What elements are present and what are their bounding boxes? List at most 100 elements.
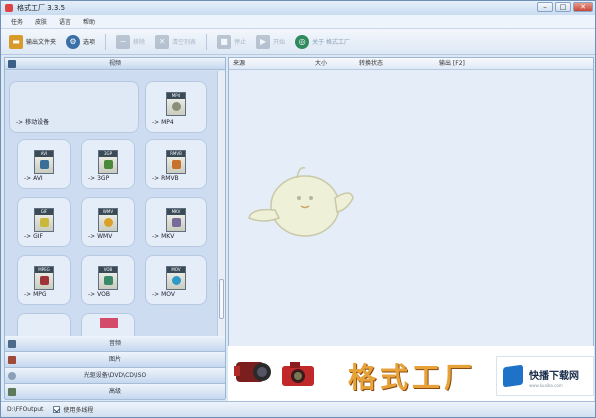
toolbar: ▬ 输出文件夹 ⚙ 选项 − 移除 ✕ 清空列表 ■ 停止 ▶ 开始 ◎ 关于 … bbox=[1, 29, 595, 55]
column-output[interactable]: 输出 [F2] bbox=[439, 58, 465, 70]
remove-button[interactable]: − 移除 bbox=[116, 33, 145, 51]
tile-vob[interactable]: VOB -> VOB bbox=[81, 255, 135, 305]
task-list-header: 来源 大小 转换状态 输出 [F2] bbox=[229, 58, 593, 70]
tile-mov[interactable]: MOV -> MOV bbox=[145, 255, 207, 305]
camera-icon bbox=[282, 362, 314, 386]
tile-mobile-device[interactable]: -> 移动设备 bbox=[9, 81, 139, 133]
tile-wmv[interactable]: WMV -> WMV bbox=[81, 197, 135, 247]
options-icon: ⚙ bbox=[66, 34, 81, 49]
grid-scrollbar[interactable] bbox=[217, 71, 225, 336]
brand-cube-icon bbox=[503, 364, 523, 388]
tile-rmvb[interactable]: RMVB -> RMVB bbox=[145, 139, 207, 189]
about-button[interactable]: ◎ 关于 格式工厂 bbox=[295, 33, 350, 51]
wmv-icon: WMV bbox=[98, 208, 118, 232]
column-status[interactable]: 转换状态 bbox=[359, 58, 383, 70]
tile-label: -> WMV bbox=[88, 233, 113, 240]
tile-label: -> AVI bbox=[24, 175, 43, 182]
menu-task[interactable]: 任务 bbox=[11, 17, 23, 26]
category-picture-label: 图片 bbox=[108, 356, 121, 363]
options-button[interactable]: ⚙ 选项 bbox=[66, 33, 95, 51]
start-icon: ▶ bbox=[256, 34, 271, 49]
output-folder-button[interactable]: ▬ 输出文件夹 bbox=[9, 33, 56, 51]
column-size[interactable]: 大小 bbox=[315, 58, 327, 70]
stop-label: 停止 bbox=[234, 39, 247, 46]
tile-partial[interactable] bbox=[17, 313, 71, 336]
tile-gif[interactable]: GIF -> GIF bbox=[17, 197, 71, 247]
column-source[interactable]: 来源 bbox=[233, 58, 245, 70]
category-list: 音频 图片 光驱设备\DVD\CD\ISO 高级 bbox=[5, 336, 225, 400]
title-bar: 格式工厂 3.3.5 – □ ✕ bbox=[1, 1, 595, 15]
toolbar-separator bbox=[105, 33, 107, 50]
mpg-icon: MPEG bbox=[34, 266, 54, 290]
tile-label: -> MPG bbox=[24, 291, 47, 298]
category-audio-label: 音频 bbox=[108, 340, 121, 347]
clear-list-label: 清空列表 bbox=[172, 39, 197, 46]
start-button[interactable]: ▶ 开始 bbox=[256, 33, 285, 51]
tile-mkv[interactable]: MKV -> MKV bbox=[145, 197, 207, 247]
scroll-thumb[interactable] bbox=[219, 279, 224, 319]
minimize-button[interactable]: – bbox=[537, 2, 553, 12]
category-audio[interactable]: 音频 bbox=[5, 336, 225, 352]
maximize-button[interactable]: □ bbox=[555, 2, 571, 12]
about-icon: ◎ bbox=[295, 34, 310, 49]
status-bar: D:\FFOutput 使用多线程 bbox=[1, 401, 595, 417]
picture-category-icon bbox=[8, 356, 16, 364]
multithread-checkbox[interactable] bbox=[53, 406, 61, 413]
tile-partial[interactable] bbox=[81, 313, 135, 336]
category-rom-device[interactable]: 光驱设备\DVD\CD\ISO bbox=[5, 368, 225, 384]
mascot-watermark bbox=[248, 166, 354, 237]
tile-3gp[interactable]: 3GP -> 3GP bbox=[81, 139, 135, 189]
tile-label: -> MKV bbox=[152, 233, 175, 240]
remove-label: 移除 bbox=[133, 39, 146, 46]
tile-label: -> 3GP bbox=[88, 175, 110, 182]
category-video[interactable]: 视频 bbox=[5, 58, 225, 70]
menu-bar: 任务 皮肤 语言 帮助 bbox=[1, 15, 595, 29]
app-icon bbox=[5, 4, 13, 12]
tile-avi[interactable]: AVI -> AVI bbox=[17, 139, 71, 189]
category-rom-label: 光驱设备\DVD\CD\ISO bbox=[83, 372, 147, 379]
advanced-category-icon bbox=[8, 388, 16, 396]
rmvb-icon: RMVB bbox=[166, 150, 186, 174]
window-title: 格式工厂 3.3.5 bbox=[17, 4, 66, 12]
disc-category-icon bbox=[8, 372, 16, 380]
category-advanced[interactable]: 高级 bbox=[5, 384, 225, 400]
tile-mpg[interactable]: MPEG -> MPG bbox=[17, 255, 71, 305]
tile-label: -> MOV bbox=[152, 291, 175, 298]
output-path: D:\FFOutput bbox=[7, 406, 44, 413]
tile-label: -> MP4 bbox=[152, 119, 174, 126]
toolbar-separator bbox=[206, 33, 208, 50]
tile-label: -> GIF bbox=[24, 233, 43, 240]
partial-icon bbox=[100, 318, 118, 328]
brand-name: 快播下载网 bbox=[529, 371, 579, 382]
tile-label: -> VOB bbox=[88, 291, 110, 298]
app-window: 格式工厂 3.3.5 – □ ✕ 任务 皮肤 语言 帮助 ▬ 输出文件夹 ⚙ 选… bbox=[0, 0, 596, 418]
category-picture[interactable]: 图片 bbox=[5, 352, 225, 368]
output-folder-label: 输出文件夹 bbox=[26, 39, 57, 46]
multithread-label: 使用多线程 bbox=[63, 407, 94, 414]
banner-logo-text: 格式工厂 bbox=[348, 361, 477, 394]
menu-skin[interactable]: 皮肤 bbox=[35, 17, 47, 26]
multithread-toggle[interactable]: 使用多线程 bbox=[53, 405, 93, 414]
close-button[interactable]: ✕ bbox=[573, 2, 593, 12]
about-label: 关于 格式工厂 bbox=[312, 39, 351, 46]
mkv-icon: MKV bbox=[166, 208, 186, 232]
category-video-label: 视频 bbox=[108, 60, 121, 67]
format-grid: -> 移动设备 MP4 -> MP4 AVI -> AVI 3GP -> 3GP… bbox=[5, 71, 217, 336]
window-controls: – □ ✕ bbox=[537, 2, 593, 12]
clear-list-button[interactable]: ✕ 清空列表 bbox=[155, 33, 196, 51]
folder-icon: ▬ bbox=[9, 34, 23, 49]
conversion-panel: 视频 -> 移动设备 MP4 -> MP4 AVI -> AVI 3GP -> … bbox=[4, 57, 226, 400]
clear-icon: ✕ bbox=[155, 34, 170, 49]
gif-icon: GIF bbox=[34, 208, 54, 232]
tile-mp4[interactable]: MP4 -> MP4 bbox=[145, 81, 207, 133]
mov-icon: MOV bbox=[166, 266, 186, 290]
brand-url: www.kuaibo.com bbox=[529, 383, 563, 388]
camcorder-icon bbox=[234, 362, 271, 382]
watermark-brand: 快播下载网 www.kuaibo.com bbox=[496, 356, 594, 396]
stop-icon: ■ bbox=[217, 34, 232, 49]
avi-icon: AVI bbox=[34, 150, 54, 174]
menu-language[interactable]: 语言 bbox=[59, 17, 71, 26]
menu-help[interactable]: 帮助 bbox=[83, 17, 95, 26]
stop-button[interactable]: ■ 停止 bbox=[217, 33, 246, 51]
audio-category-icon bbox=[8, 340, 16, 348]
